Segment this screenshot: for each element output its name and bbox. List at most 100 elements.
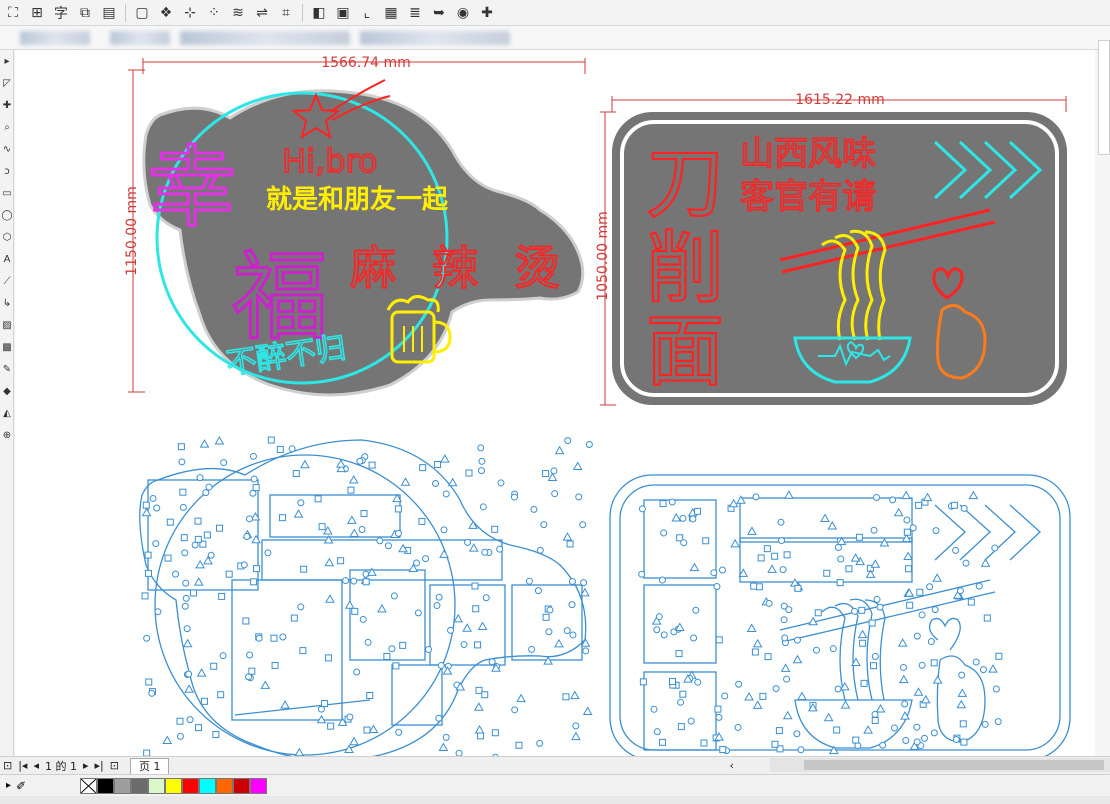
outline-node[interactable] <box>781 634 789 642</box>
outline-node[interactable] <box>477 621 488 630</box>
outline-node[interactable] <box>913 723 921 731</box>
outline-node[interactable] <box>744 691 754 701</box>
outline-node[interactable] <box>778 537 786 545</box>
outline-node[interactable] <box>873 494 881 502</box>
outline-node[interactable] <box>650 705 658 713</box>
outline-node[interactable] <box>653 728 661 736</box>
outline-node[interactable] <box>299 647 307 655</box>
outline-node[interactable] <box>249 452 257 460</box>
outline-node[interactable] <box>779 566 787 574</box>
outline-node[interactable] <box>240 561 248 569</box>
outline-node[interactable] <box>931 606 939 614</box>
outline-node[interactable] <box>413 559 421 567</box>
outline-node[interactable] <box>554 445 565 455</box>
outline-node[interactable] <box>857 629 868 639</box>
outline-node[interactable] <box>250 475 258 483</box>
outline-node[interactable] <box>715 713 723 721</box>
outline-node[interactable] <box>823 569 831 577</box>
outline-node[interactable] <box>975 582 983 590</box>
outline-node[interactable] <box>462 623 473 632</box>
outline-node[interactable] <box>267 436 275 444</box>
outline-node[interactable] <box>797 746 805 754</box>
outline-node[interactable] <box>392 662 400 670</box>
outline-node[interactable] <box>852 736 860 744</box>
outline-tool-icon[interactable]: ◭ <box>0 402 14 424</box>
outline-node[interactable] <box>967 598 975 606</box>
outline-node[interactable] <box>759 692 767 700</box>
outline-node[interactable] <box>575 493 583 501</box>
outline-node[interactable] <box>713 582 721 590</box>
outline-node[interactable] <box>179 503 187 511</box>
outline-node[interactable] <box>546 606 554 614</box>
text-tool-icon[interactable]: A <box>0 248 14 270</box>
outline-node[interactable] <box>679 514 687 522</box>
outline-node[interactable] <box>419 464 427 472</box>
outline-node[interactable] <box>869 662 877 670</box>
outline-node[interactable] <box>751 648 759 656</box>
outline-node[interactable] <box>572 722 580 730</box>
scrollbar-thumb[interactable] <box>804 760 1104 770</box>
artistic-tool-icon[interactable]: ↄ <box>0 160 14 182</box>
outline-node[interactable] <box>903 516 911 524</box>
outline-node[interactable] <box>217 691 225 699</box>
outline-node[interactable] <box>242 617 250 625</box>
outline-node[interactable] <box>324 654 332 662</box>
outline-node[interactable] <box>569 690 580 700</box>
outline-node[interactable] <box>932 675 943 684</box>
outline-node[interactable] <box>264 549 272 557</box>
shape-tool-icon[interactable]: ◸ <box>0 72 14 94</box>
outline-node[interactable] <box>196 474 204 482</box>
outline-node[interactable] <box>952 736 960 744</box>
outline-node[interactable] <box>735 680 743 688</box>
outline-node[interactable] <box>447 626 455 634</box>
wave-icon[interactable]: ≋ <box>227 2 249 24</box>
outline-node[interactable] <box>248 667 256 675</box>
outline-node[interactable] <box>525 577 533 585</box>
outline-node[interactable] <box>390 592 398 600</box>
puzzle-icon[interactable]: ✚ <box>476 2 498 24</box>
outline-node[interactable] <box>679 690 687 698</box>
outline-node[interactable] <box>988 664 998 673</box>
color-swatch[interactable] <box>148 777 165 794</box>
outline-node[interactable] <box>694 507 702 515</box>
outline-node[interactable] <box>342 577 350 585</box>
outline-node[interactable] <box>195 724 203 732</box>
outline-node[interactable] <box>582 647 590 655</box>
page-prev-icon[interactable]: |◂ <box>15 759 30 772</box>
outline-node[interactable] <box>181 549 189 557</box>
outline-node[interactable] <box>253 565 261 573</box>
outline-node[interactable] <box>979 666 987 674</box>
outline-node[interactable] <box>255 634 263 642</box>
outline-node[interactable] <box>368 461 376 469</box>
outline-node[interactable] <box>893 507 904 517</box>
outline-node[interactable] <box>915 501 923 509</box>
outline-node[interactable] <box>585 441 593 449</box>
blurred-field[interactable] <box>110 31 170 45</box>
outline-node[interactable] <box>364 638 372 646</box>
outline-node[interactable] <box>515 741 523 749</box>
outline-node[interactable] <box>212 730 220 738</box>
outline-node[interactable] <box>207 551 215 559</box>
outline-node[interactable] <box>960 738 968 746</box>
outline-node[interactable] <box>767 564 777 573</box>
outline-node[interactable] <box>752 700 763 709</box>
outline-node[interactable] <box>926 583 934 591</box>
outline-node[interactable] <box>325 594 335 603</box>
outline-node[interactable] <box>719 745 727 753</box>
outline-node[interactable] <box>771 740 779 748</box>
outline-node[interactable] <box>680 539 688 547</box>
gift-icon[interactable]: ❖ <box>155 2 177 24</box>
outline-node[interactable] <box>377 603 387 613</box>
outline-node[interactable] <box>280 700 290 709</box>
outline-node[interactable] <box>152 540 160 548</box>
connector-tool-icon[interactable]: ↳ <box>0 292 14 314</box>
outline-node[interactable] <box>376 537 384 545</box>
outline-node[interactable] <box>424 646 432 654</box>
frame-icon[interactable]: ▢ <box>131 2 153 24</box>
outline-node[interactable] <box>545 628 553 636</box>
scan-icon[interactable]: ⌗ <box>275 2 297 24</box>
outline-node[interactable] <box>920 694 931 704</box>
outline-node[interactable] <box>440 526 448 534</box>
outline-node[interactable] <box>395 728 403 736</box>
arrow-icon[interactable]: ➥ <box>428 2 450 24</box>
